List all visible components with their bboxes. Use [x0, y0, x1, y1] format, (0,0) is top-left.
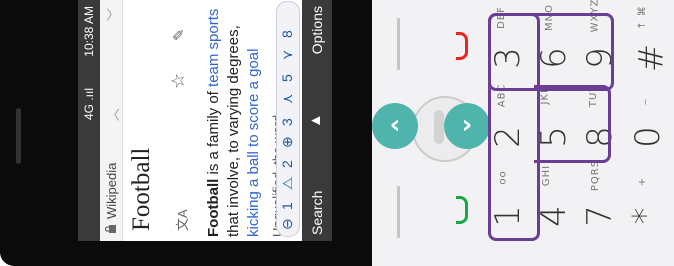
page-title: Football — [128, 147, 155, 231]
scroll-up-icon[interactable]: ⋏ — [279, 94, 296, 104]
key-0-letters: _ — [635, 98, 647, 105]
translate-icon[interactable]: 文A — [172, 209, 191, 231]
zoom-in-icon[interactable]: ⊕ — [279, 136, 296, 148]
softkey-options[interactable]: Options — [309, 6, 325, 54]
browser-screen: 4G .ııl 10:38 AM Wikipedia ︿ ﹀ Football … — [78, 0, 332, 241]
key-7[interactable]: 7 — [580, 205, 620, 227]
status-bar: 4G .ııl 10:38 AM — [78, 0, 100, 241]
nav-down-icon[interactable]: › — [444, 103, 490, 149]
phone-device: 4G .ııl 10:38 AM Wikipedia ︿ ﹀ Football … — [0, 0, 674, 266]
toolbar-shortcut: 3 — [279, 118, 295, 126]
site-header: Wikipedia ︿ ﹀ — [100, 0, 123, 241]
toolbar-shortcut: 8 — [279, 30, 295, 38]
select-button[interactable] — [434, 110, 444, 144]
softkey-center-icon[interactable]: ▲ — [307, 113, 324, 128]
nav-up-icon[interactable]: ‹ — [372, 103, 418, 149]
article-link[interactable]: kicking a ball to score a goal — [245, 49, 262, 237]
highlight-block — [534, 85, 611, 163]
key-4-letters: GHI — [541, 164, 553, 187]
key-star-letters: + — [637, 176, 649, 187]
reader-icon[interactable]: ⧍ — [279, 177, 296, 190]
key-0[interactable]: 0 — [628, 126, 668, 148]
zoom-toolbar: ⊖ 1 ⧍ 2 ⊕ 3 ⋏ 5 ⋎ 8 — [276, 1, 300, 237]
article-link[interactable]: team sports — [205, 9, 222, 87]
key-7-letters: PQRS — [590, 159, 602, 192]
phone-screen: 4G .ııl 10:38 AM Wikipedia ︿ ﹀ Football … — [78, 0, 332, 241]
edit-icon[interactable]: ✎ — [170, 28, 188, 41]
key-star[interactable]: * — [626, 208, 666, 225]
chevron-up-icon[interactable]: ︿ — [103, 108, 122, 121]
lock-icon — [105, 225, 116, 233]
earpiece-slot — [16, 108, 21, 164]
key-hash[interactable]: # — [631, 44, 671, 73]
scroll-down-icon[interactable]: ⋎ — [279, 50, 296, 60]
key-hash-letters: ↑ ⌘ — [636, 5, 648, 30]
highlight-column — [488, 13, 540, 241]
toolbar-shortcut: 2 — [279, 160, 295, 168]
softkey-bar: Search ▲ Options — [302, 0, 332, 241]
article-text: is a family of — [205, 86, 222, 179]
star-icon[interactable]: ☆ — [168, 73, 189, 89]
toolbar-shortcut: 1 — [279, 202, 295, 210]
chevron-down-icon[interactable]: ﹀ — [103, 8, 122, 21]
article-bold-term: Football — [205, 178, 222, 237]
zoom-out-icon[interactable]: ⊖ — [279, 218, 296, 230]
network-indicator: 4G .ııl — [82, 88, 96, 121]
status-time: 10:38 AM — [82, 6, 96, 57]
article-paragraph: Football is a family of team sports that… — [204, 5, 264, 237]
softkey-left-button[interactable] — [397, 18, 400, 70]
end-call-button[interactable] — [456, 32, 468, 60]
site-name[interactable]: Wikipedia — [104, 163, 119, 219]
article-text: that involve, to varying degrees, — [225, 25, 242, 237]
softkey-right-button[interactable] — [397, 186, 400, 238]
softkey-search[interactable]: Search — [309, 191, 325, 235]
call-button[interactable] — [456, 196, 468, 224]
toolbar-shortcut: 5 — [279, 74, 295, 82]
